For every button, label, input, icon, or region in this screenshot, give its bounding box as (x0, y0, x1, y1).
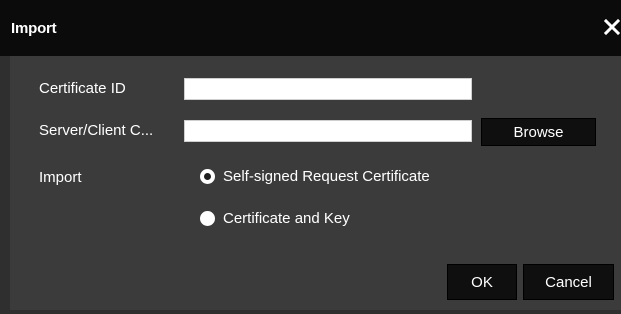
browse-button[interactable]: Browse (481, 118, 596, 146)
certificate-id-label: Certificate ID (39, 80, 126, 97)
import-dialog: Import Certificate ID Server/Client C...… (0, 0, 621, 314)
cancel-button[interactable]: Cancel (523, 264, 614, 300)
dialog-titlebar: Import (0, 0, 621, 56)
radio-self-signed[interactable]: Self-signed Request Certificate (200, 168, 430, 185)
radio-label-self-signed: Self-signed Request Certificate (223, 168, 430, 185)
radio-certificate-and-key[interactable]: Certificate and Key (200, 210, 350, 227)
ok-button[interactable]: OK (447, 264, 517, 300)
dialog-body: Certificate ID Server/Client C... Browse… (10, 56, 621, 310)
close-icon[interactable] (603, 14, 621, 40)
radio-button-unselected[interactable] (200, 211, 215, 226)
certificate-id-input[interactable] (184, 78, 472, 100)
import-label: Import (39, 169, 82, 186)
dialog-title: Import (11, 20, 57, 37)
radio-button-selected[interactable] (200, 169, 215, 184)
server-client-certificate-input[interactable] (184, 120, 472, 142)
radio-label-certificate-and-key: Certificate and Key (223, 210, 350, 227)
server-client-label: Server/Client C... (39, 122, 154, 139)
